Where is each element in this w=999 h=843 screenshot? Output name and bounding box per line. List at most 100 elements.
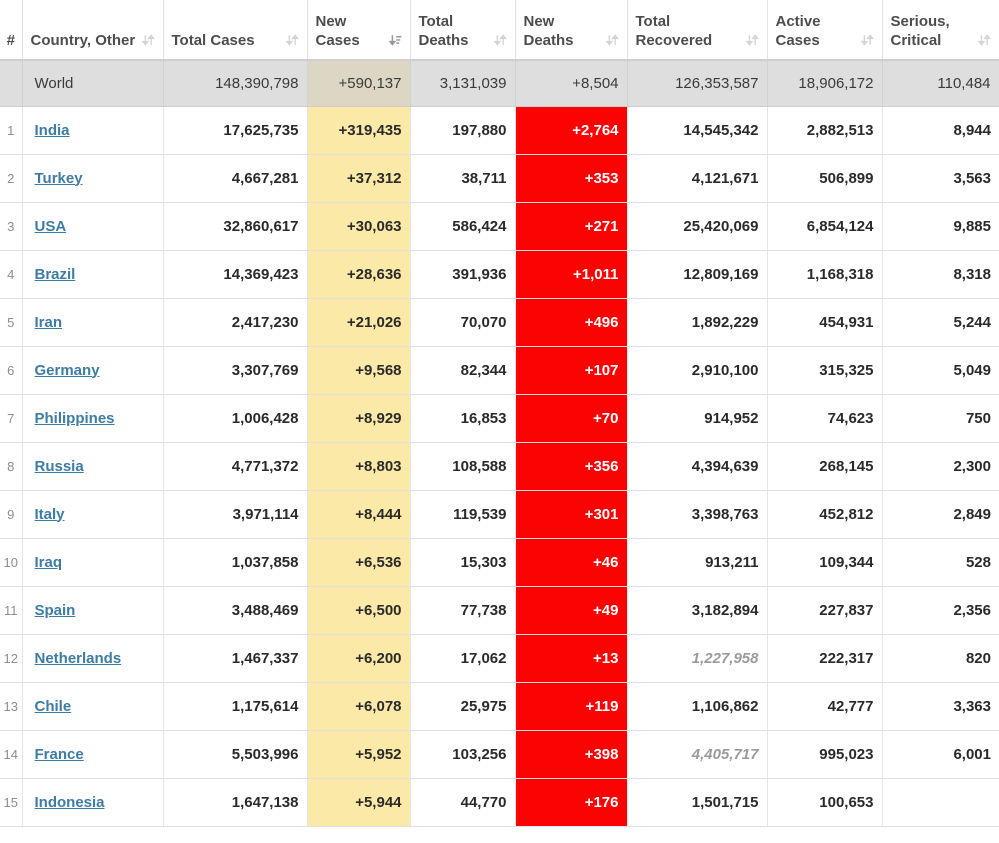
table-header: # Country, Other Total Cases New Cases Total… — [0, 0, 999, 61]
active-cases-cell: 268,145 — [767, 442, 883, 491]
column-header-label: Total Recovered — [635, 12, 713, 49]
column-header-tdeaths[interactable]: Total Deaths — [410, 0, 516, 61]
country-cell[interactable]: Indonesia — [22, 778, 164, 827]
total-cases-cell: 32,860,617 — [163, 202, 308, 251]
serious-critical-cell: 528 — [882, 538, 999, 587]
country-link[interactable]: Philippines — [35, 410, 115, 427]
active-cases-cell: 222,317 — [767, 634, 883, 683]
column-header-ndeaths[interactable]: New Deaths — [515, 0, 628, 61]
new-deaths-cell: +176 — [515, 778, 628, 827]
new-deaths-cell: +46 — [515, 538, 628, 587]
new-cases-cell: +6,078 — [307, 682, 411, 731]
country-cell[interactable]: Iran — [22, 298, 164, 347]
serious-critical-cell — [882, 778, 999, 827]
total-deaths-cell: 15,303 — [410, 538, 516, 587]
new-deaths-cell: +107 — [515, 346, 628, 395]
column-header-serious[interactable]: Serious, Critical — [882, 0, 999, 61]
total-deaths-cell: 16,853 — [410, 394, 516, 443]
active-cases-cell: 2,882,513 — [767, 106, 883, 155]
row-rank-cell: 3 — [0, 202, 23, 251]
table-row: 10 Iraq 1,037,858 +6,536 15,303 +46 913,211 109… — [0, 538, 999, 587]
row-rank-cell: 14 — [0, 730, 23, 779]
table-row: 9 Italy 3,971,114 +8,444 119,539 +301 3,398,76… — [0, 490, 999, 539]
country-cell[interactable]: Netherlands — [22, 634, 164, 683]
total-deaths-cell: 82,344 — [410, 346, 516, 395]
total-recovered-cell: 14,545,342 — [627, 106, 768, 155]
new-cases-cell: +5,944 — [307, 778, 411, 827]
country-cell[interactable]: Brazil — [22, 250, 164, 299]
table-row: 2 Turkey 4,667,281 +37,312 38,711 +353 4,121,6… — [0, 154, 999, 203]
column-header-trec[interactable]: Total Recovered — [627, 0, 768, 61]
country-cell[interactable]: Philippines — [22, 394, 164, 443]
world-active-cell: 18,906,172 — [767, 60, 883, 107]
column-header-tcases[interactable]: Total Cases — [163, 0, 308, 61]
sort-toggle-icon[interactable] — [745, 34, 759, 49]
sort-toggle-icon[interactable] — [493, 34, 507, 49]
country-cell[interactable]: Chile — [22, 682, 164, 731]
active-cases-cell: 6,854,124 — [767, 202, 883, 251]
country-link[interactable]: India — [35, 122, 70, 139]
country-cell[interactable]: Germany — [22, 346, 164, 395]
country-cell[interactable]: Italy — [22, 490, 164, 539]
country-link[interactable]: Iraq — [35, 554, 63, 571]
sort-toggle-icon[interactable] — [141, 34, 155, 49]
country-link[interactable]: Spain — [35, 602, 76, 619]
total-cases-cell: 1,647,138 — [163, 778, 308, 827]
total-deaths-cell: 17,062 — [410, 634, 516, 683]
country-cell[interactable]: Spain — [22, 586, 164, 635]
country-cell[interactable]: USA — [22, 202, 164, 251]
sort-toggle-icon[interactable] — [978, 34, 991, 49]
active-cases-cell: 100,653 — [767, 778, 883, 827]
row-rank-cell: 13 — [0, 682, 23, 731]
total-recovered-cell: 2,910,100 — [627, 346, 768, 395]
country-cell[interactable]: India — [22, 106, 164, 155]
sort-toggle-icon[interactable] — [285, 34, 299, 49]
country-link[interactable]: Germany — [35, 362, 100, 379]
total-recovered-cell: 914,952 — [627, 394, 768, 443]
table-row: 15 Indonesia 1,647,138 +5,944 44,770 +176 1,50… — [0, 778, 999, 827]
country-link[interactable]: France — [35, 746, 84, 763]
column-header-ncases[interactable]: New Cases — [307, 0, 411, 61]
new-cases-cell: +6,500 — [307, 586, 411, 635]
country-link[interactable]: Chile — [35, 698, 72, 715]
country-link[interactable]: Italy — [35, 506, 65, 523]
total-cases-cell: 3,971,114 — [163, 490, 308, 539]
table-body: World 148,390,798 +590,137 3,131,039 +8,504 1… — [0, 60, 999, 827]
sort-toggle-icon[interactable] — [860, 34, 874, 49]
column-header-label: Total Deaths — [418, 12, 469, 49]
sort-toggle-icon[interactable] — [605, 34, 619, 49]
country-link[interactable]: USA — [35, 218, 67, 235]
new-deaths-cell: +356 — [515, 442, 628, 491]
row-rank-cell: 2 — [0, 154, 23, 203]
table-row: 8 Russia 4,771,372 +8,803 108,588 +356 4,394,6… — [0, 442, 999, 491]
country-link[interactable]: Indonesia — [35, 794, 105, 811]
total-deaths-cell: 197,880 — [410, 106, 516, 155]
country-link[interactable]: Netherlands — [35, 650, 122, 667]
total-recovered-cell: 4,405,717 — [627, 730, 768, 779]
country-cell[interactable]: Iraq — [22, 538, 164, 587]
total-recovered-cell: 913,211 — [627, 538, 768, 587]
coronavirus-country-table: # Country, Other Total Cases New Cases Total… — [0, 0, 999, 827]
serious-critical-cell: 9,885 — [882, 202, 999, 251]
country-link[interactable]: Russia — [35, 458, 84, 475]
country-cell[interactable]: France — [22, 730, 164, 779]
row-rank-cell: 10 — [0, 538, 23, 587]
country-link[interactable]: Brazil — [35, 266, 76, 283]
world-tdeaths-cell: 3,131,039 — [410, 60, 516, 107]
column-header-country[interactable]: Country, Other — [22, 0, 164, 61]
world-trec-cell: 126,353,587 — [627, 60, 768, 107]
table-row: 5 Iran 2,417,230 +21,026 70,070 +496 1,892,229… — [0, 298, 999, 347]
header-row: # Country, Other Total Cases New Cases Total… — [0, 0, 999, 61]
sort-descending-active-icon[interactable] — [388, 34, 402, 49]
column-header-inner: Country, Other — [31, 31, 155, 50]
country-cell[interactable]: Turkey — [22, 154, 164, 203]
new-cases-cell: +8,444 — [307, 490, 411, 539]
serious-critical-cell: 2,849 — [882, 490, 999, 539]
country-link[interactable]: Iran — [35, 314, 63, 331]
column-header-label: Total Cases — [171, 31, 255, 49]
world-serious-cell: 110,484 — [882, 60, 999, 107]
total-cases-cell: 14,369,423 — [163, 250, 308, 299]
column-header-active[interactable]: Active Cases — [767, 0, 883, 61]
country-cell[interactable]: Russia — [22, 442, 164, 491]
country-link[interactable]: Turkey — [35, 170, 83, 187]
